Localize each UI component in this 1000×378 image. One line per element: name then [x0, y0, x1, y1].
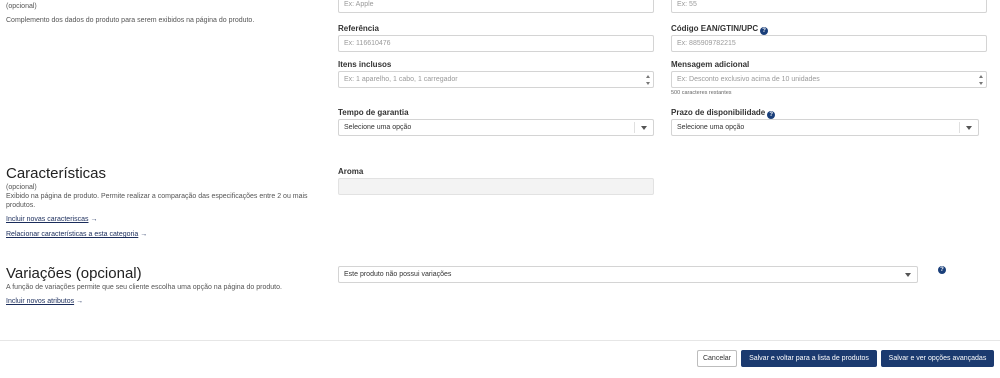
help-icon[interactable]: ?	[938, 266, 946, 274]
include-characteristics-link[interactable]: Incluir novas caracteriscas →	[6, 215, 97, 224]
model-placeholder: Ex: 55	[677, 1, 697, 8]
included-items-placeholder: Ex: 1 aparelho, 1 cabo, 1 carregador	[344, 76, 458, 83]
aroma-label: Aroma	[338, 167, 364, 176]
availability-label: Prazo de disponibilidade	[671, 108, 766, 117]
reference-placeholder: Ex: 116610476	[344, 40, 391, 47]
chevron-down-icon	[966, 126, 972, 130]
reference-label: Referência	[338, 24, 379, 33]
relate-characteristics-label: Relacionar características a esta catego…	[6, 231, 139, 238]
model-input[interactable]: Ex: 55	[671, 0, 987, 13]
arrow-right-icon: →	[76, 298, 84, 305]
relate-characteristics-link[interactable]: Relacionar características a esta catego…	[6, 230, 147, 239]
brand-input[interactable]: Ex: Apple	[338, 0, 654, 13]
help-icon[interactable]: ?	[767, 111, 776, 119]
characteristics-description: Exibido na página de produto. Permite re…	[6, 193, 308, 209]
included-items-textarea[interactable]: Ex: 1 aparelho, 1 cabo, 1 carregador	[338, 71, 654, 88]
arrow-right-icon: →	[90, 216, 98, 223]
ean-placeholder: Ex: 885909782215	[677, 40, 736, 47]
availability-select[interactable]: Selecione uma opção	[671, 119, 979, 136]
variations-title: Variações (opcional)	[6, 265, 142, 282]
additional-message-label: Mensagem adicional	[671, 60, 750, 69]
characteristics-optional: (opcional)	[6, 184, 37, 191]
availability-label-row: Prazo de disponibilidade?	[671, 108, 776, 119]
brand-placeholder: Ex: Apple	[344, 1, 374, 8]
ean-label-row: Código EAN/GTIN/UPC?	[671, 24, 769, 35]
include-attributes-label: Incluir novos atributos	[6, 298, 75, 305]
additional-message-placeholder: Ex: Desconto exclusivo acima de 10 unida…	[677, 76, 820, 83]
arrow-right-icon: →	[140, 231, 148, 238]
save-advanced-button[interactable]: Salvar e ver opções avançadas	[881, 350, 994, 367]
cancel-button[interactable]: Cancelar	[697, 350, 737, 367]
chevron-down-icon	[905, 273, 911, 277]
chevron-down-icon	[641, 126, 647, 130]
ean-label: Código EAN/GTIN/UPC	[671, 24, 759, 33]
ean-input[interactable]: Ex: 885909782215	[671, 35, 987, 52]
warranty-label: Tempo de garantia	[338, 108, 409, 117]
warranty-select[interactable]: Selecione uma opção	[338, 119, 654, 136]
save-back-button[interactable]: Salvar e voltar para a lista de produtos	[741, 350, 877, 367]
help-icon[interactable]: ?	[760, 27, 769, 35]
aroma-input[interactable]	[338, 178, 654, 195]
textarea-scroll-handle[interactable]	[646, 74, 651, 86]
variations-description: A função de variações permite que seu cl…	[6, 284, 282, 291]
optional-label: (opcional)	[6, 3, 37, 10]
include-characteristics-label: Incluir novas caracteriscas	[6, 216, 89, 223]
warranty-value: Selecione uma opção	[344, 124, 412, 131]
additional-message-textarea[interactable]: Ex: Desconto exclusivo acima de 10 unida…	[671, 71, 987, 88]
included-items-label: Itens inclusos	[338, 60, 392, 69]
footer-divider	[0, 340, 1000, 341]
characteristics-title: Características	[6, 165, 107, 182]
section-description: Complemento dos dados do produto para se…	[6, 17, 255, 24]
reference-input[interactable]: Ex: 116610476	[338, 35, 654, 52]
variations-value: Este produto não possui variações	[344, 271, 452, 278]
availability-value: Selecione uma opção	[677, 124, 745, 131]
include-attributes-link[interactable]: Incluir novos atributos →	[6, 297, 83, 306]
textarea-scroll-handle[interactable]	[979, 74, 984, 86]
variations-select[interactable]: Este produto não possui variações	[338, 266, 918, 283]
chars-remaining: 500 caracteres restantes	[671, 90, 732, 96]
